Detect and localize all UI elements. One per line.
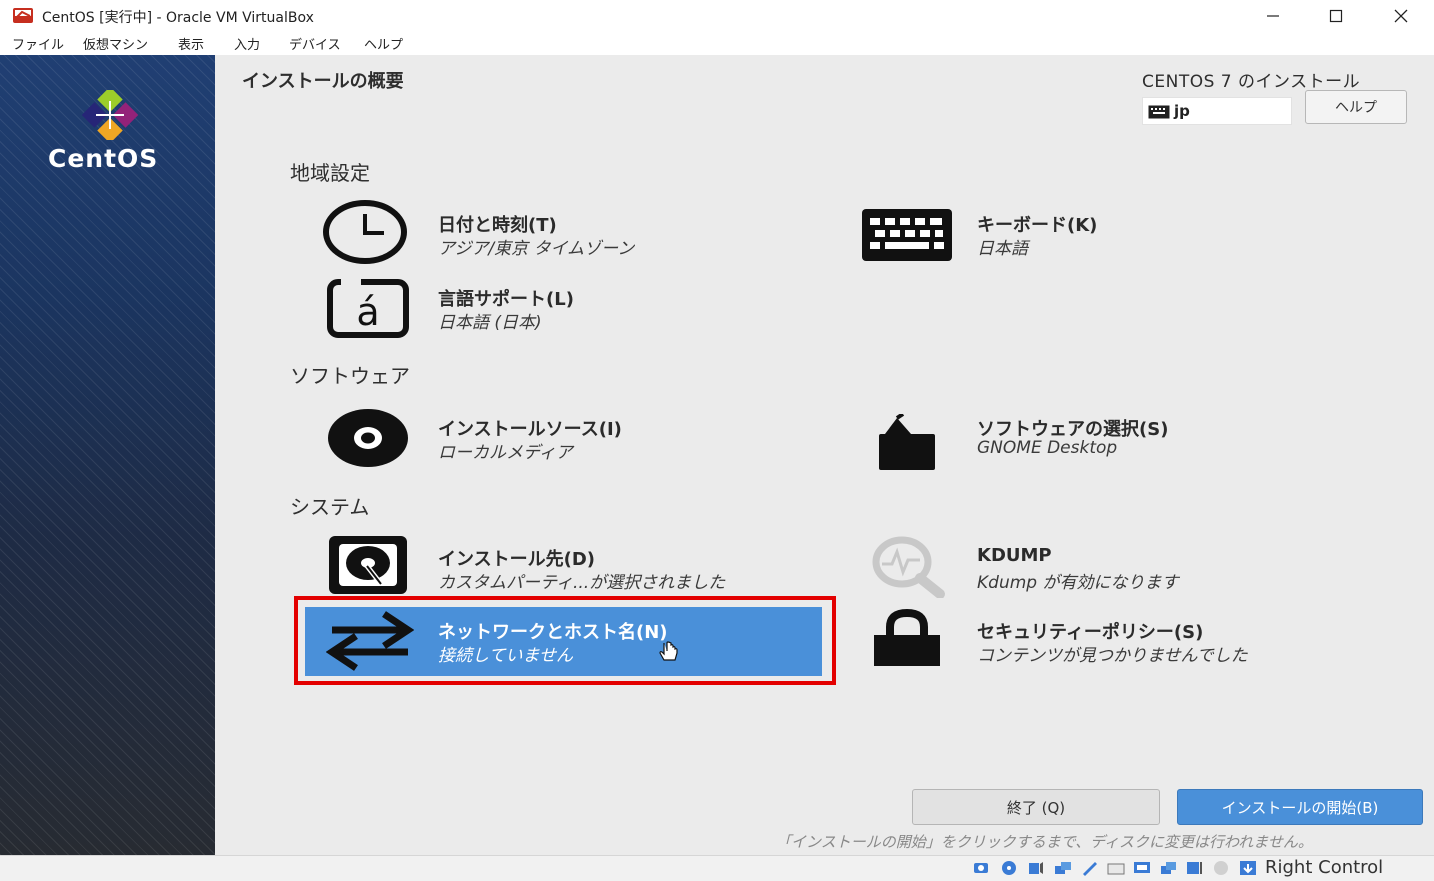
network-arrows-icon [326, 611, 414, 671]
close-icon [1394, 9, 1408, 23]
spoke-keyboard-status: 日本語 [977, 239, 1028, 259]
section-localization: 地域設定 [290, 161, 370, 185]
virtualization-status-icon[interactable] [1186, 860, 1204, 876]
language-icon: á [327, 277, 409, 338]
spoke-kdump-title: KDUMP [977, 545, 1052, 566]
keyboard-capture-status-icon[interactable] [1239, 860, 1257, 876]
quit-button[interactable]: 終了 (Q) [912, 789, 1160, 825]
spoke-software-selection-status: GNOME Desktop [977, 438, 1118, 458]
svg-text:á: á [356, 290, 379, 334]
begin-installation-button[interactable]: インストールの開始(B) [1177, 789, 1423, 825]
disc-icon [328, 409, 408, 467]
menu-machine[interactable]: 仮想マシン [83, 34, 148, 53]
spoke-install-destination-status: カスタムパーティ...が選択されました [438, 573, 726, 593]
spoke-language-status: 日本語 (日本) [438, 313, 542, 333]
section-system: システム [290, 495, 370, 519]
minimize-icon [1267, 15, 1279, 17]
search-icon [872, 536, 945, 598]
shared-folders-status-icon[interactable] [1107, 860, 1125, 876]
minimize-button[interactable] [1250, 0, 1296, 32]
menu-devices[interactable]: デバイス [289, 34, 341, 53]
spoke-install-source-status: ローカルメディア [438, 443, 573, 463]
usb-status-icon[interactable] [1081, 860, 1099, 876]
menu-view[interactable]: 表示 [178, 34, 204, 53]
clock-icon [323, 200, 407, 264]
disk-icon [329, 536, 407, 594]
lock-icon [874, 609, 940, 666]
page-title: インストールの概要 [242, 71, 404, 92]
spoke-network-status: 接続していません [438, 646, 573, 666]
package-icon [879, 414, 935, 470]
footer-warning-note: 「インストールの開始」をクリックするまで、ディスクに変更は行われません。 [776, 833, 1313, 851]
product-title: CENTOS 7 のインストール [1142, 72, 1361, 92]
audio-status-icon[interactable] [1027, 860, 1045, 876]
section-software: ソフトウェア [290, 364, 410, 388]
menu-input[interactable]: 入力 [234, 34, 260, 53]
menu-file[interactable]: ファイル [12, 34, 64, 53]
virtualbox-app-icon [13, 8, 33, 23]
optical-drive-status-icon[interactable] [1000, 860, 1018, 876]
sidebar-texture [0, 55, 215, 855]
mouse-integration-status-icon[interactable] [1212, 860, 1230, 876]
maximize-icon [1329, 9, 1343, 23]
host-key-label: Right Control [1265, 857, 1384, 878]
menu-help[interactable]: ヘルプ [364, 34, 403, 53]
network-status-icon[interactable] [1054, 860, 1072, 876]
close-button[interactable] [1378, 0, 1424, 32]
centos-wordmark: CentOS [48, 144, 159, 173]
menu-bar: ファイル 仮想マシン 表示 入力 デバイス ヘルプ [0, 32, 1434, 54]
help-button[interactable]: ヘルプ [1305, 90, 1407, 124]
spoke-datetime-status: アジア/東京 タイムゾーン [438, 239, 635, 259]
keyboard-icon [862, 209, 952, 261]
hand-pointer-cursor-icon [659, 641, 678, 661]
maximize-button[interactable] [1313, 0, 1359, 32]
recording-status-icon[interactable] [1160, 860, 1178, 876]
spoke-kdump-status: Kdump が有効になります [977, 573, 1179, 593]
window-title: CentOS [実行中] - Oracle VM VirtualBox [42, 10, 314, 26]
centos-logo-icon [81, 90, 139, 140]
display-status-icon[interactable] [1133, 860, 1151, 876]
keyboard-small-icon [1148, 105, 1170, 119]
hard-disk-status-icon[interactable] [972, 860, 990, 876]
keyboard-layout-value: jp [1174, 102, 1190, 120]
spoke-security-policy-status: コンテンツが見つかりませんでした [977, 646, 1248, 666]
